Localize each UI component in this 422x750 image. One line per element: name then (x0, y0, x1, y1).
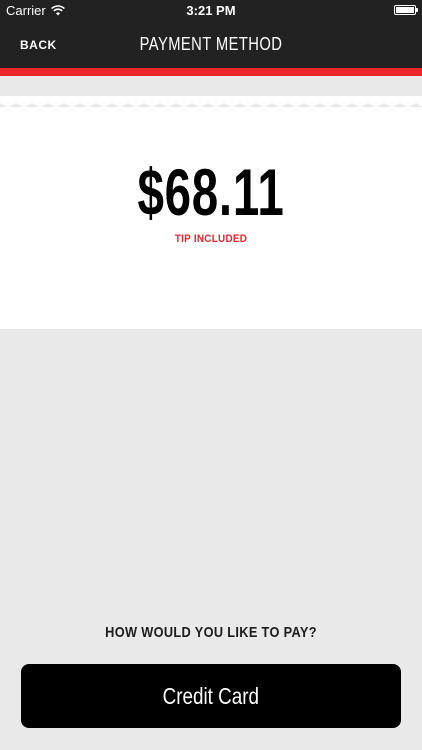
battery-icon (394, 5, 418, 15)
credit-card-label: Credit Card (162, 682, 260, 709)
tip-included-label: TIP INCLUDED (174, 233, 248, 245)
battery-fill (396, 7, 414, 13)
payment-question: HOW WOULD YOU LIKE TO PAY? (105, 624, 317, 641)
status-time: 3:21 PM (186, 3, 236, 18)
amount-panel: $68.11 TIP INCLUDED (0, 107, 422, 329)
status-bar: Carrier 3:21 PM (0, 0, 422, 22)
receipt-zigzag-edge (0, 76, 422, 108)
page-title: PAYMENT METHOD (139, 34, 283, 54)
navigation-bar: BACK PAYMENT METHOD (0, 22, 422, 68)
total-amount: $68.11 (137, 155, 285, 229)
credit-card-button[interactable]: Credit Card (21, 664, 401, 728)
accent-stripe (0, 68, 422, 76)
